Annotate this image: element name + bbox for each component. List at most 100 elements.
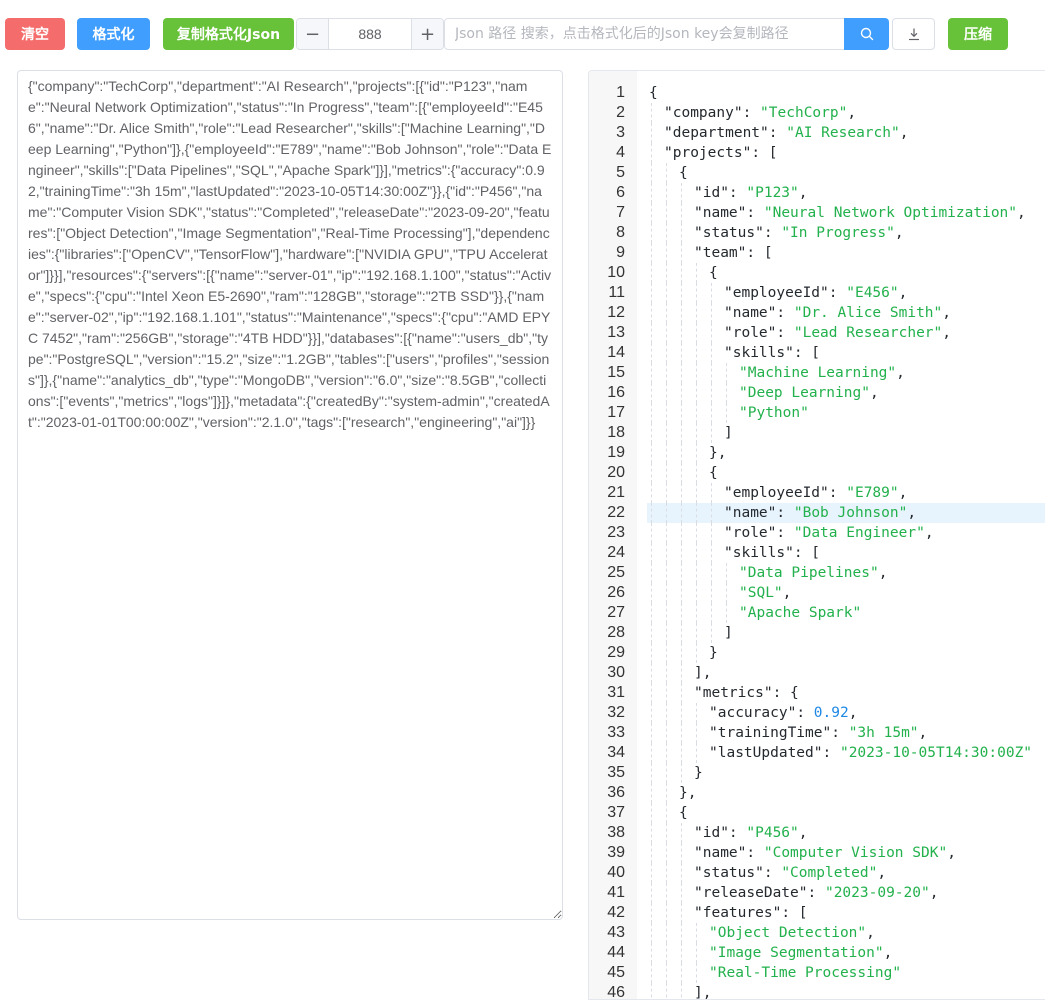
json-string-value: "Lead Researcher" [793, 325, 943, 341]
download-button[interactable] [892, 18, 935, 50]
json-punctuation: ] [724, 425, 733, 441]
indent-guide [711, 363, 712, 383]
indent-guide [726, 603, 727, 623]
code-line: "Real-Time Processing" [709, 963, 901, 983]
line-number: 33 [607, 724, 625, 741]
indent-guide [726, 583, 727, 603]
json-key[interactable]: "name" [694, 205, 746, 221]
json-key[interactable]: "features" [694, 905, 781, 921]
indent-guide [651, 983, 652, 999]
json-key[interactable]: "releaseDate" [694, 885, 808, 901]
code-line: "Machine Learning", [739, 363, 905, 383]
indent-guide [651, 283, 652, 303]
indent-guide [651, 183, 652, 203]
indent-guide [666, 603, 667, 623]
indent-guide [651, 543, 652, 563]
indent-guide [726, 403, 727, 423]
json-key[interactable]: "employeeId" [724, 485, 829, 501]
json-key[interactable]: "role" [724, 325, 776, 341]
indent-guide [696, 743, 697, 763]
json-key[interactable]: "id" [694, 185, 729, 201]
json-key[interactable]: "name" [694, 845, 746, 861]
indent-guide [651, 903, 652, 923]
code-line: "projects": [ [664, 143, 778, 163]
json-key[interactable]: "accuracy" [709, 705, 796, 721]
json-key[interactable]: "trainingTime" [709, 725, 831, 741]
json-punctuation: ], [694, 665, 712, 681]
indent-guide [711, 483, 712, 503]
json-key[interactable]: "status" [694, 865, 764, 881]
json-key[interactable]: "role" [724, 525, 776, 541]
indent-guide [651, 223, 652, 243]
indent-guide [696, 963, 697, 983]
code-line: "Object Detection", [709, 923, 875, 943]
indent-value[interactable]: 888 [329, 19, 411, 49]
json-punctuation: : [828, 485, 847, 501]
json-key[interactable]: "name" [724, 505, 776, 521]
indent-guide [651, 523, 652, 543]
indent-guide [651, 363, 652, 383]
code-line: ], [694, 663, 711, 683]
json-string-value: "Completed" [781, 865, 878, 881]
line-number: 46 [607, 984, 625, 1000]
code-line: "skills": [ [724, 343, 820, 363]
indent-guide [651, 503, 652, 523]
search-button[interactable] [844, 18, 889, 50]
indent-guide [726, 563, 727, 583]
line-number: 17 [607, 404, 625, 421]
json-key[interactable]: "employeeId" [724, 285, 829, 301]
line-number: 26 [607, 584, 625, 601]
json-key[interactable]: "id" [694, 825, 729, 841]
line-number: 38 [607, 824, 625, 841]
json-key[interactable]: "projects" [664, 145, 751, 161]
json-punctuation: , [899, 125, 909, 141]
json-path-search-input[interactable] [444, 18, 845, 50]
line-number: 40 [607, 864, 625, 881]
json-string-value: "Data Engineer" [793, 525, 925, 541]
format-button[interactable]: 格式化 [77, 18, 150, 50]
clear-button[interactable]: 清空 [5, 18, 65, 50]
json-string-value: "2023-10-05T14:30:00Z" [839, 745, 1033, 761]
indent-guide [651, 103, 652, 123]
code-line: "id": "P456", [694, 823, 808, 843]
json-punctuation: : [822, 745, 840, 761]
json-key[interactable]: "lastUpdated" [709, 745, 823, 761]
indent-guide [666, 763, 667, 783]
decrement-button[interactable]: − [297, 19, 329, 49]
json-key[interactable]: "metrics" [694, 685, 773, 701]
increment-button[interactable]: + [411, 19, 443, 49]
json-punctuation: : [ [751, 145, 778, 161]
code-line: "lastUpdated": "2023-10-05T14:30:00Z" [709, 743, 1032, 763]
formatted-json-editor[interactable]: 1 2 3 4 5 6 7 8 9 10 11 12 13 14 15 16 17 18 19 20 21 22 23 24 2… [588, 70, 1045, 1000]
indent-guide [681, 563, 682, 583]
json-punctuation: : [831, 725, 849, 741]
indent-guide [666, 503, 667, 523]
json-key[interactable]: "company" [664, 105, 743, 121]
indent-guide [681, 343, 682, 363]
indent-guide [711, 303, 712, 323]
compress-button[interactable]: 压缩 [948, 18, 1008, 50]
indent-guide [666, 743, 667, 763]
code-line: "name": "Computer Vision SDK", [694, 843, 956, 863]
json-punctuation: : [746, 845, 764, 861]
line-number: 42 [607, 904, 625, 921]
json-key[interactable]: "department" [664, 125, 769, 141]
indent-guide [681, 543, 682, 563]
json-key[interactable]: "name" [724, 305, 776, 321]
copy-formatted-json-button[interactable]: 复制格式化Json [163, 18, 294, 50]
indent-guide [696, 923, 697, 943]
json-string-value: "In Progress" [781, 225, 895, 241]
json-key[interactable]: "skills" [724, 545, 794, 561]
json-key[interactable]: "skills" [724, 345, 794, 361]
code-line: { [709, 463, 718, 483]
indent-guide [666, 303, 667, 323]
line-number: 29 [607, 644, 625, 661]
indent-guide [681, 983, 682, 999]
raw-json-textarea[interactable]: {"company":"TechCorp","department":"AI R… [17, 70, 563, 920]
indent-guide [666, 343, 667, 363]
indent-guide [681, 263, 682, 283]
json-key[interactable]: "team" [694, 245, 746, 261]
json-key[interactable]: "status" [694, 225, 764, 241]
indent-guide [711, 563, 712, 583]
json-string-value: "Image Segmentation" [709, 945, 884, 961]
